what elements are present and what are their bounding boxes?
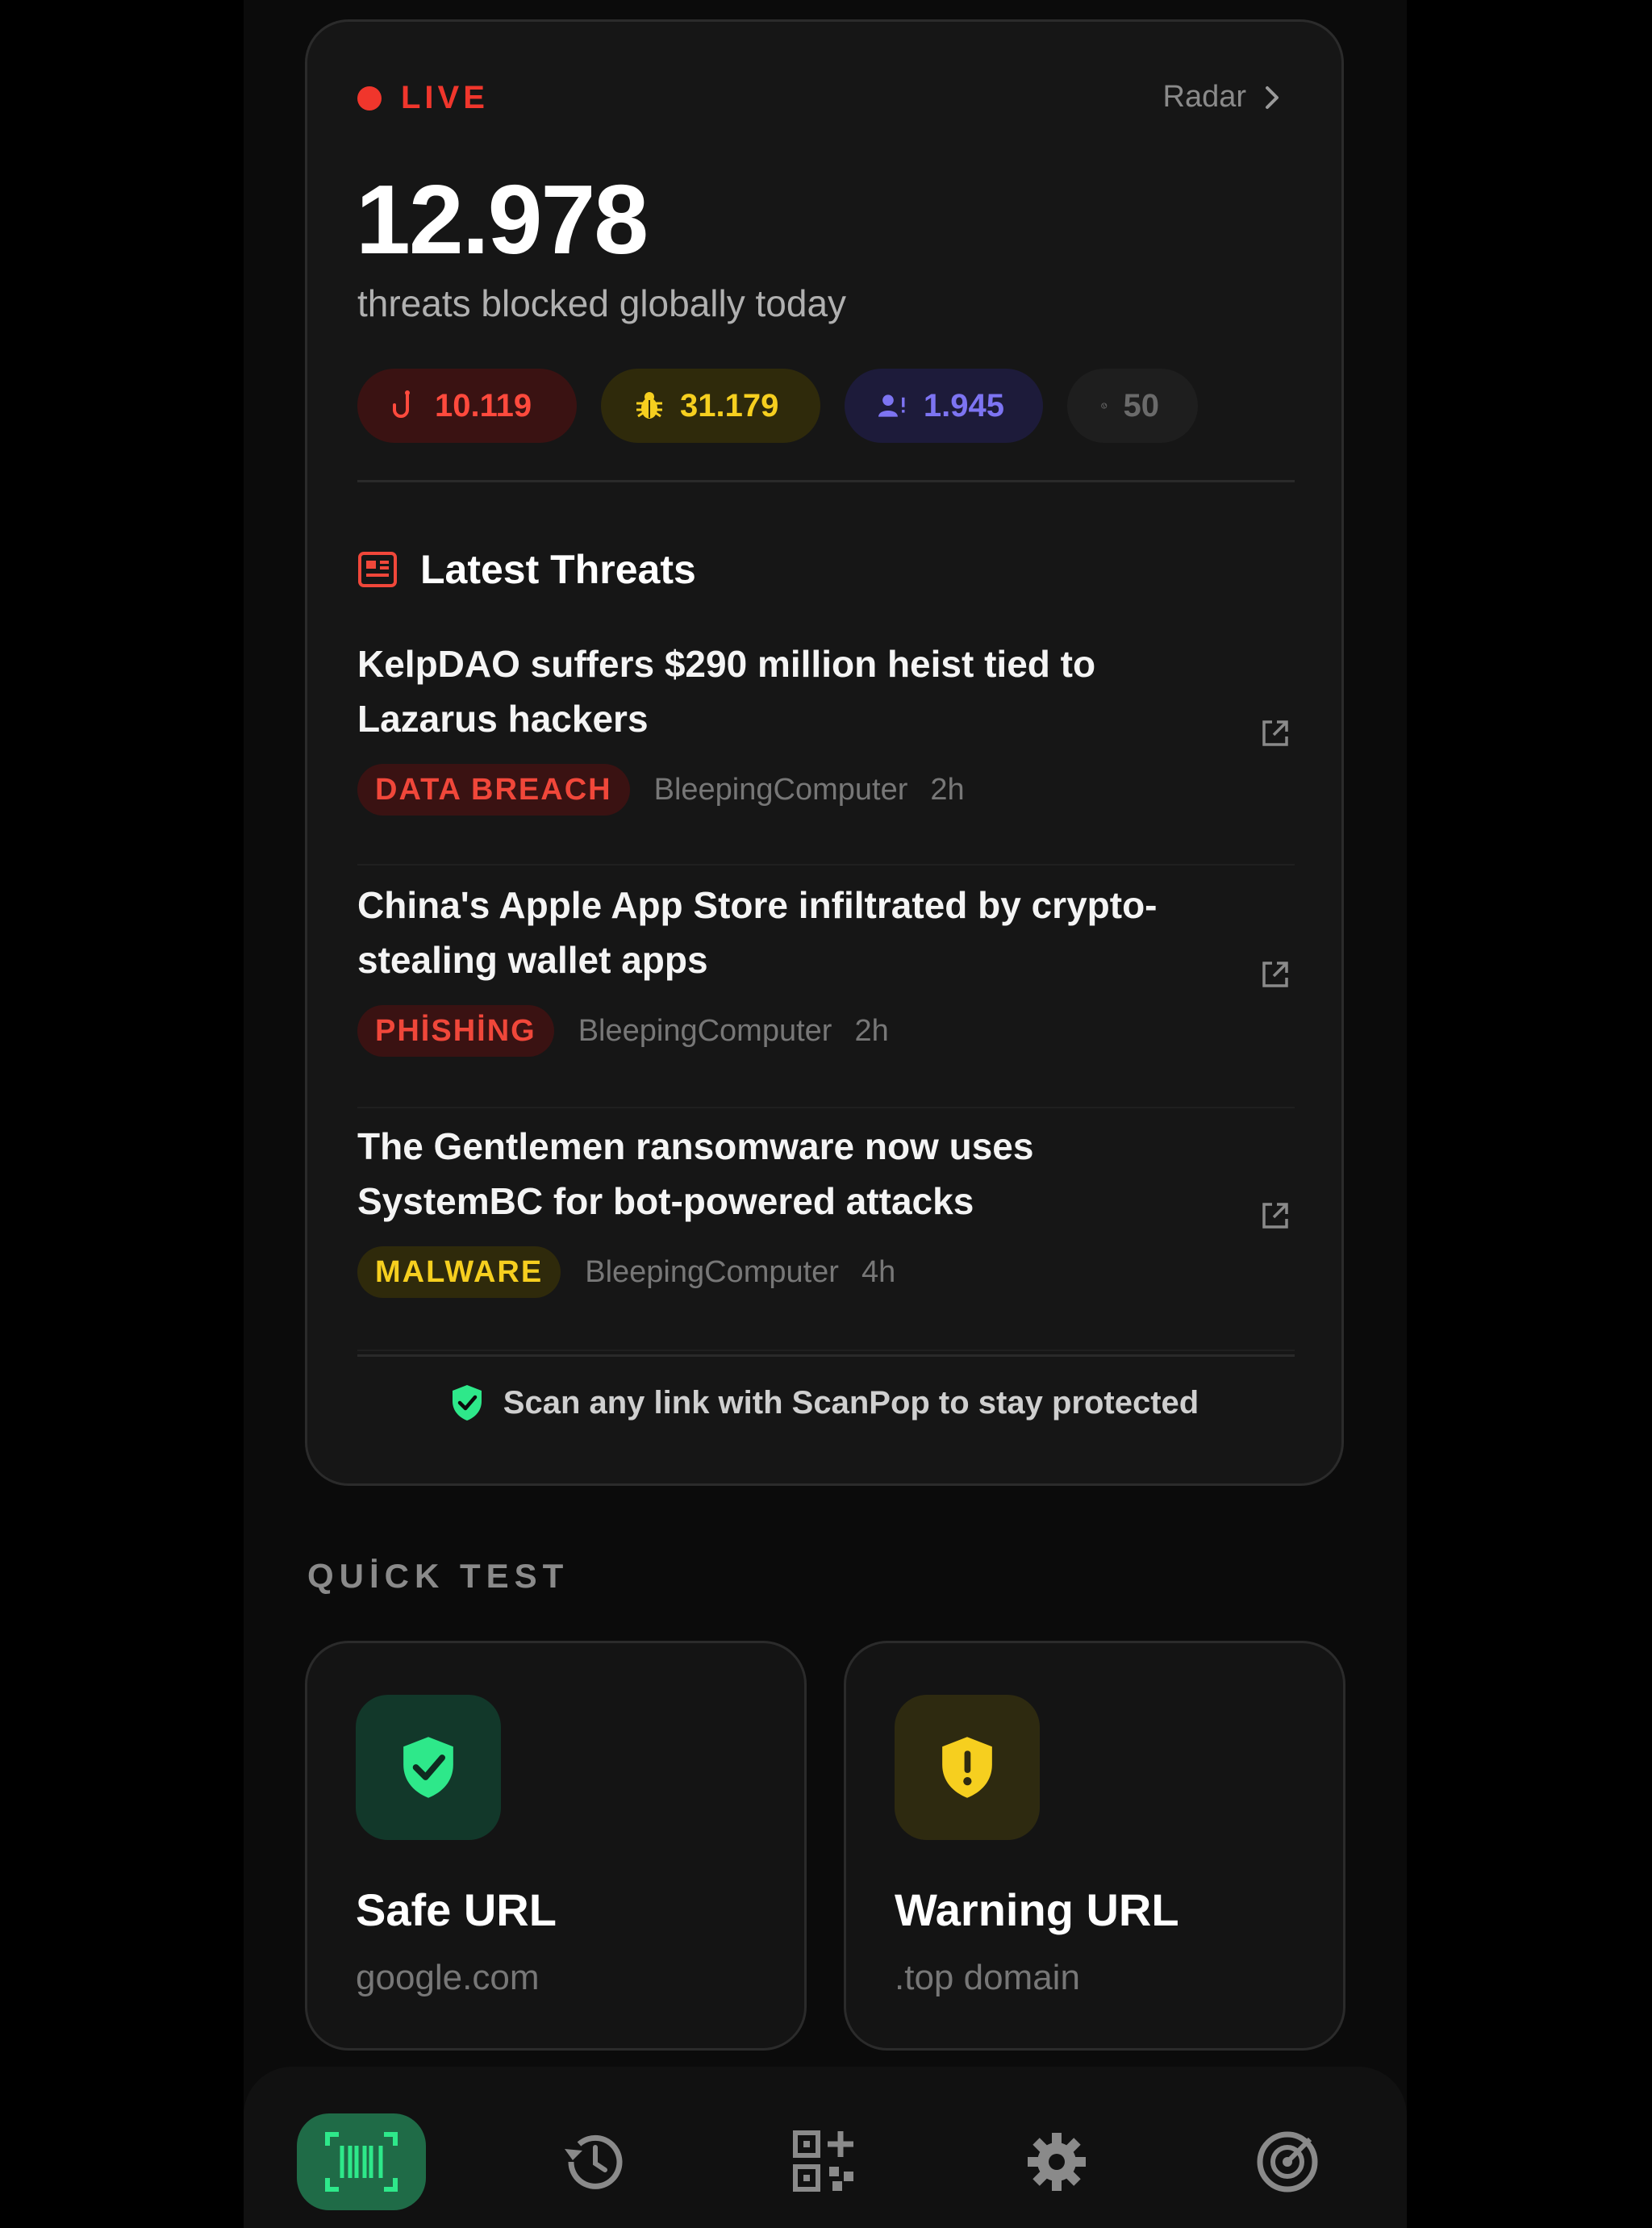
threat-title: KelpDAO suffers $290 million heist tied … — [357, 643, 1096, 740]
bug-icon — [636, 392, 662, 419]
nav-radar[interactable] — [1223, 2113, 1352, 2210]
threat-source: BleepingComputer — [653, 772, 908, 807]
threat-count-caption: threats blocked globally today — [357, 282, 847, 324]
warning-url-icon-tile — [895, 1695, 1040, 1840]
external-link-icon[interactable] — [1259, 717, 1291, 749]
nav-settings[interactable] — [992, 2113, 1121, 2210]
safe-url-icon-tile — [356, 1695, 501, 1840]
globe-icon — [1101, 403, 1108, 409]
shield-alert-icon — [942, 1737, 992, 1798]
radar-link-label: Radar — [1162, 80, 1247, 114]
radar-link[interactable]: Radar — [1163, 80, 1284, 115]
category-badge: DATA BREACH — [357, 764, 630, 816]
fishhook-icon — [393, 390, 410, 418]
scan-hint: Scan any link with ScanPop to stay prote… — [307, 1383, 1341, 1422]
external-link-icon[interactable] — [1259, 958, 1291, 991]
countries-count: 50 — [1123, 387, 1160, 423]
safe-url-example: google.com — [356, 1958, 540, 1997]
warning-url-title: Warning URL — [895, 1884, 1179, 1935]
category-badge: PHİSHİNG — [357, 1005, 554, 1057]
user-alert-icon — [878, 394, 905, 417]
row-separator — [357, 1107, 1295, 1108]
threat-source: BleepingComputer — [578, 1013, 832, 1048]
live-label: LIVE — [401, 80, 489, 115]
chevron-right-icon — [1266, 86, 1279, 109]
warning-url-card[interactable]: Warning URL .top domain — [844, 1641, 1345, 2051]
external-link-icon[interactable] — [1259, 1200, 1291, 1232]
scam-count: 1.945 — [923, 387, 1004, 423]
malware-chip[interactable]: 31.179 — [601, 369, 820, 443]
threat-meta: MALWARE BleepingComputer 4h — [357, 1246, 1295, 1298]
latest-threats-title: Latest Threats — [420, 547, 696, 592]
threat-source: BleepingComputer — [585, 1254, 839, 1289]
live-dot — [357, 86, 382, 111]
live-threats-card: LIVE Radar 12.978 threats blocked global… — [305, 19, 1344, 1486]
latest-threats-heading: Latest Threats — [357, 546, 696, 593]
row-separator — [357, 1350, 1295, 1351]
radar-icon — [1257, 2131, 1318, 2193]
nav-qr-generate[interactable] — [760, 2113, 889, 2210]
threat-meta: PHİSHİNG BleepingComputer 2h — [357, 1005, 1295, 1057]
threat-age: 4h — [861, 1254, 896, 1289]
threat-age: 2h — [930, 772, 965, 807]
threat-title: China's Apple App Store infiltrated by c… — [357, 884, 1158, 981]
bottom-nav — [244, 2067, 1407, 2228]
threat-item[interactable]: The Gentlemen ransomware now uses System… — [357, 1119, 1295, 1351]
barcode-scan-icon — [325, 2132, 398, 2192]
malware-count: 31.179 — [680, 387, 779, 423]
qr-add-icon — [793, 2130, 853, 2192]
threat-item[interactable]: China's Apple App Store infiltrated by c… — [357, 878, 1295, 1108]
divider — [357, 1354, 1295, 1357]
threat-category-chips: 10.119 31.179 1.945 50 — [357, 369, 1222, 443]
phishing-chip[interactable]: 10.119 — [357, 369, 577, 443]
nav-history[interactable] — [529, 2113, 658, 2210]
live-indicator: LIVE — [357, 80, 489, 116]
threat-age: 2h — [854, 1013, 889, 1048]
shield-check-icon — [452, 1385, 482, 1421]
shield-check-icon — [403, 1737, 453, 1798]
scam-chip[interactable]: 1.945 — [845, 369, 1043, 443]
quick-test-heading: QUİCK TEST — [307, 1557, 569, 1595]
threat-meta: DATA BREACH BleepingComputer 2h — [357, 764, 1295, 816]
safe-url-card[interactable]: Safe URL google.com — [305, 1641, 807, 2051]
scan-hint-text: Scan any link with ScanPop to stay prote… — [503, 1384, 1199, 1421]
newspaper-icon — [358, 552, 397, 587]
phishing-count: 10.119 — [435, 387, 532, 423]
warning-url-example: .top domain — [895, 1958, 1080, 1997]
category-badge: MALWARE — [357, 1246, 561, 1298]
history-icon — [565, 2134, 623, 2189]
countries-chip[interactable]: 50 — [1067, 369, 1198, 443]
divider — [357, 480, 1295, 482]
safe-url-title: Safe URL — [356, 1884, 557, 1935]
threat-item[interactable]: KelpDAO suffers $290 million heist tied … — [357, 636, 1295, 866]
nav-scan[interactable] — [297, 2113, 426, 2210]
row-separator — [357, 864, 1295, 866]
threat-count: 12.978 — [356, 165, 649, 274]
threat-title: The Gentlemen ransomware now uses System… — [357, 1125, 1034, 1222]
gear-icon — [1028, 2133, 1086, 2191]
